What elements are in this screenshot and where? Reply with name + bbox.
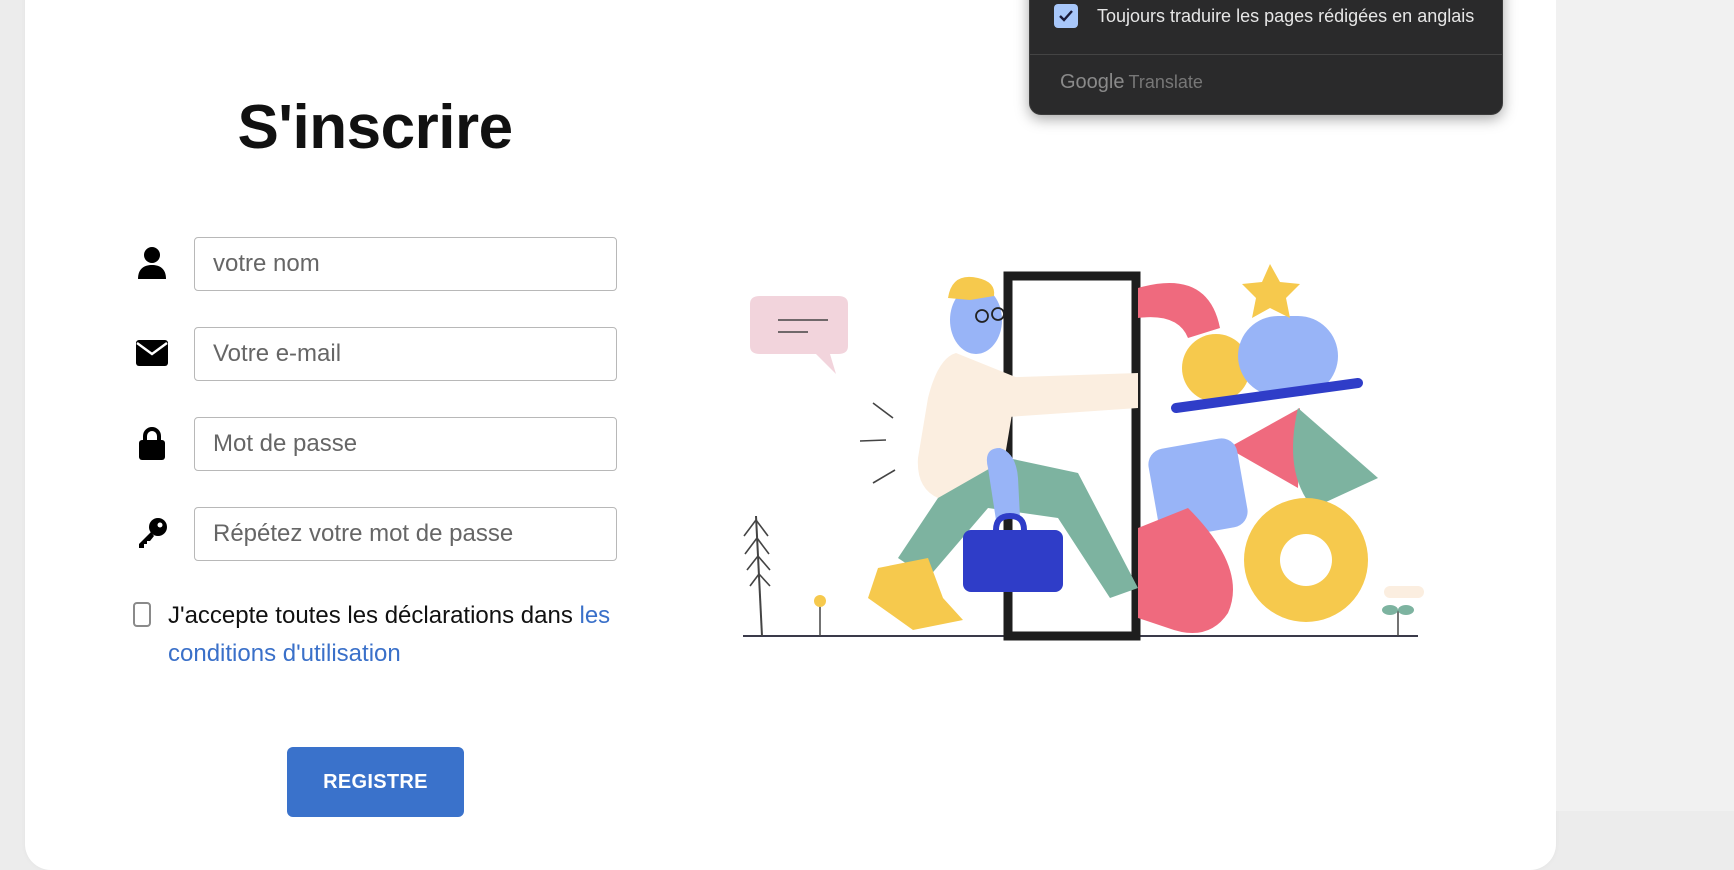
signup-illustration xyxy=(743,264,1424,641)
popup-divider xyxy=(1030,54,1502,55)
key-icon xyxy=(134,515,170,551)
repeat-password-input[interactable] xyxy=(194,507,617,561)
always-translate-checkbox[interactable] xyxy=(1054,4,1078,28)
page-title: S'inscrire xyxy=(237,93,513,162)
terms-checkbox[interactable] xyxy=(133,602,151,627)
user-icon xyxy=(134,245,170,281)
checkmark-icon xyxy=(1059,10,1073,22)
email-input[interactable] xyxy=(194,327,617,381)
name-input[interactable] xyxy=(194,237,617,291)
google-translate-logo: Google Translate xyxy=(1060,71,1203,94)
always-translate-row[interactable]: Toujours traduire les pages rédigées en … xyxy=(1054,4,1474,28)
translate-popup: Toujours traduire les pages rédigées en … xyxy=(1029,0,1503,115)
google-wordmark: Google xyxy=(1060,71,1125,93)
terms-text: J'accepte toutes les déclarations dans l… xyxy=(168,597,638,673)
always-translate-label: Toujours traduire les pages rédigées en … xyxy=(1097,5,1475,26)
envelope-icon xyxy=(134,335,170,371)
lock-icon xyxy=(134,425,170,461)
page-background-strip xyxy=(1556,0,1734,811)
password-input[interactable] xyxy=(194,417,617,471)
register-button[interactable]: REGISTRE xyxy=(287,747,464,817)
terms-label: J'accepte toutes les déclarations dans xyxy=(168,602,580,629)
translate-wordmark: Translate xyxy=(1128,72,1203,92)
